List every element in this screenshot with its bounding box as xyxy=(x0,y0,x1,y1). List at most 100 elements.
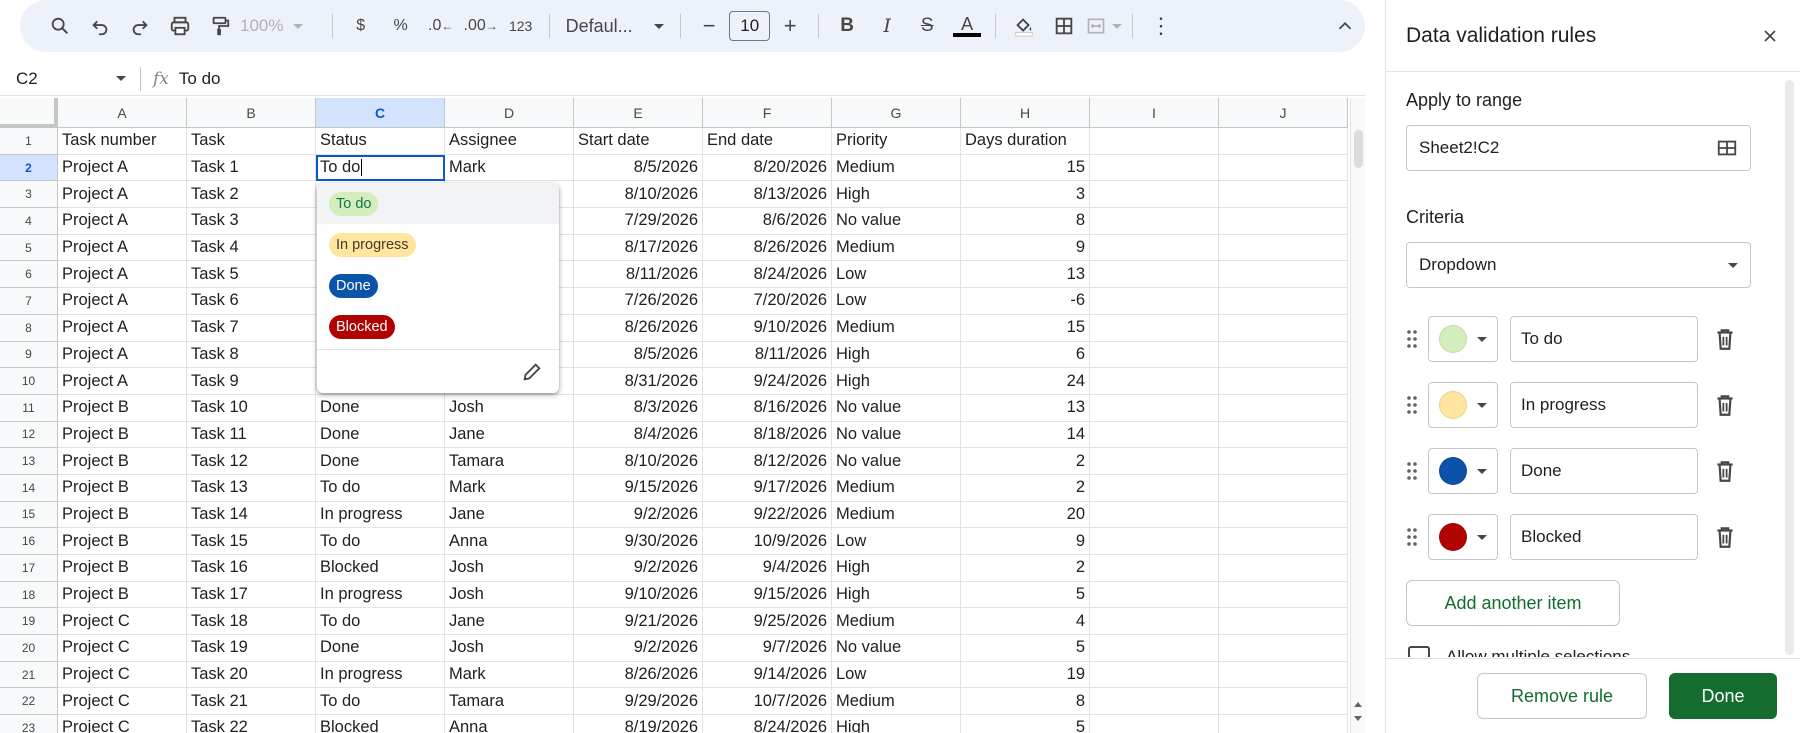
cell[interactable]: Low xyxy=(832,261,961,289)
cell[interactable] xyxy=(1090,608,1219,636)
cell[interactable]: Status xyxy=(316,128,445,155)
delete-icon[interactable] xyxy=(1712,458,1738,484)
italic-icon[interactable]: I xyxy=(869,10,905,42)
cell[interactable] xyxy=(1090,581,1219,609)
row-header[interactable]: 5 xyxy=(0,234,58,262)
cell[interactable]: Task 22 xyxy=(187,715,316,733)
zoom-select[interactable]: 100% xyxy=(240,16,324,36)
cell[interactable]: 8/20/2026 xyxy=(703,154,832,182)
cell[interactable]: Project A xyxy=(58,368,187,395)
cell[interactable]: 8/18/2026 xyxy=(703,421,832,449)
cell[interactable]: Tamara xyxy=(445,688,574,716)
cell[interactable]: Project B xyxy=(58,555,187,582)
cell[interactable]: Project A xyxy=(58,261,187,289)
cell[interactable]: 8/4/2026 xyxy=(574,421,703,449)
cell[interactable]: Josh xyxy=(445,555,574,582)
cell[interactable]: Task 15 xyxy=(187,528,316,555)
cell[interactable] xyxy=(1090,261,1219,289)
cell[interactable]: Medium xyxy=(832,154,961,182)
cell[interactable] xyxy=(1090,181,1219,209)
row-header[interactable]: 13 xyxy=(0,448,58,475)
collapse-toolbar-icon[interactable] xyxy=(1327,10,1363,42)
text-color-icon[interactable]: A xyxy=(949,10,985,42)
cell[interactable] xyxy=(1219,581,1348,609)
cell[interactable]: 3 xyxy=(961,181,1090,209)
column-header[interactable]: E xyxy=(574,98,703,128)
cell[interactable]: 8/13/2026 xyxy=(703,181,832,209)
column-header[interactable]: G xyxy=(832,98,961,128)
cell[interactable]: Task xyxy=(187,128,316,155)
paint-format-icon[interactable] xyxy=(202,10,238,42)
cell[interactable]: 8 xyxy=(961,208,1090,235)
cell[interactable]: High xyxy=(832,368,961,395)
drag-handle-icon[interactable] xyxy=(1406,394,1418,416)
dropdown-option[interactable]: Done xyxy=(317,265,559,306)
cell[interactable]: Medium xyxy=(832,234,961,262)
scrollbar-thumb[interactable] xyxy=(1354,130,1363,168)
row-header[interactable]: 22 xyxy=(0,688,58,716)
cell[interactable]: No value xyxy=(832,635,961,662)
cell[interactable]: 9/21/2026 xyxy=(574,608,703,636)
color-picker-button[interactable] xyxy=(1428,316,1498,362)
row-header[interactable]: 2 xyxy=(0,154,58,182)
cell[interactable] xyxy=(1219,528,1348,555)
cell[interactable]: Assignee xyxy=(445,128,574,155)
cell[interactable] xyxy=(1219,421,1348,449)
cell[interactable]: 2 xyxy=(961,474,1090,502)
cell[interactable] xyxy=(1090,661,1219,689)
select-all-corner[interactable] xyxy=(0,98,58,128)
cell[interactable]: High xyxy=(832,555,961,582)
cell[interactable]: Task 5 xyxy=(187,261,316,289)
cell[interactable]: Task 11 xyxy=(187,421,316,449)
cell[interactable]: Done xyxy=(316,421,445,449)
formula-input[interactable]: To do xyxy=(179,69,221,89)
cell[interactable] xyxy=(1090,555,1219,582)
cell[interactable]: 8/24/2026 xyxy=(703,715,832,733)
cell[interactable]: Project A xyxy=(58,288,187,315)
cell[interactable] xyxy=(1219,208,1348,235)
cell[interactable]: Josh xyxy=(445,581,574,609)
cell[interactable]: 4 xyxy=(961,608,1090,636)
cell[interactable]: 2 xyxy=(961,555,1090,582)
column-header[interactable]: C xyxy=(316,98,445,128)
cell[interactable] xyxy=(1219,555,1348,582)
cell[interactable]: 9/2/2026 xyxy=(574,501,703,529)
cell[interactable]: Tamara xyxy=(445,448,574,475)
panel-scrollbar[interactable] xyxy=(1785,80,1794,655)
row-header[interactable]: 16 xyxy=(0,528,58,555)
cell[interactable]: 9 xyxy=(961,234,1090,262)
cell[interactable]: 9/15/2026 xyxy=(703,581,832,609)
delete-icon[interactable] xyxy=(1712,524,1738,550)
cell[interactable]: 9/24/2026 xyxy=(703,368,832,395)
cell[interactable]: Medium xyxy=(832,608,961,636)
cell[interactable]: 8/11/2026 xyxy=(574,261,703,289)
cell[interactable]: Project B xyxy=(58,394,187,422)
cell[interactable]: Project A xyxy=(58,154,187,182)
cell[interactable]: 9 xyxy=(961,528,1090,555)
delete-icon[interactable] xyxy=(1712,326,1738,352)
cell[interactable]: Task 4 xyxy=(187,234,316,262)
percent-format-button[interactable]: % xyxy=(383,10,419,42)
decrease-decimal-button[interactable]: .0 ← xyxy=(423,10,459,42)
item-value-input[interactable]: Done xyxy=(1510,448,1698,494)
row-header[interactable]: 9 xyxy=(0,341,58,369)
cell[interactable]: 8/11/2026 xyxy=(703,341,832,369)
cell[interactable]: Task 2 xyxy=(187,181,316,209)
cell[interactable]: 20 xyxy=(961,501,1090,529)
cell[interactable] xyxy=(1090,341,1219,369)
fill-color-icon[interactable] xyxy=(1006,10,1042,42)
scroll-up-icon[interactable] xyxy=(1354,702,1362,707)
cell[interactable]: Medium xyxy=(832,314,961,342)
cell[interactable]: Josh xyxy=(445,394,574,422)
cell[interactable]: 9/15/2026 xyxy=(574,474,703,502)
cell[interactable]: Task 16 xyxy=(187,555,316,582)
cell[interactable]: Blocked xyxy=(316,555,445,582)
cell[interactable]: Priority xyxy=(832,128,961,155)
cell[interactable]: 5 xyxy=(961,715,1090,733)
cell[interactable] xyxy=(1219,394,1348,422)
row-header[interactable]: 6 xyxy=(0,261,58,289)
cell[interactable]: Project B xyxy=(58,474,187,502)
row-header[interactable]: 18 xyxy=(0,581,58,609)
cell[interactable]: Project C xyxy=(58,608,187,636)
cell[interactable]: Task 18 xyxy=(187,608,316,636)
